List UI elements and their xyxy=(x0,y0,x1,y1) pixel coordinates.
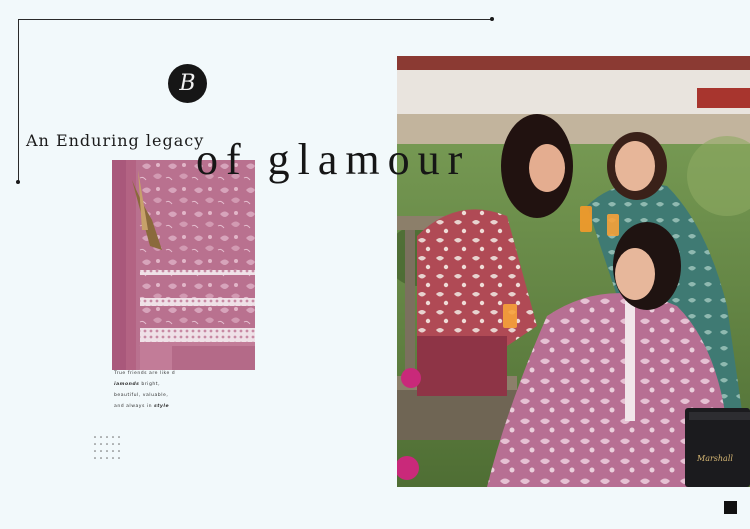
decorative-dot-grid xyxy=(94,436,124,460)
headline-line-2: of glamour xyxy=(196,135,471,184)
quote-line-1: True friends are like d xyxy=(114,371,176,376)
brand-logo: B xyxy=(168,64,207,103)
quote-line-2: bright, xyxy=(139,382,161,387)
frame-line-top xyxy=(18,19,492,20)
quote-line-4-italic: style xyxy=(154,404,170,409)
logo-letter: B xyxy=(179,70,196,96)
speaker-brand-label: Marshall xyxy=(697,454,733,463)
quote-line-2-italic: iamonds xyxy=(114,382,140,387)
fabric-closeup-photo xyxy=(112,160,255,370)
frame-line-left xyxy=(18,19,19,182)
headline-line-1: An Enduring legacy xyxy=(26,131,205,150)
corner-square-mark xyxy=(724,501,737,514)
frame-end-dot xyxy=(490,17,494,21)
quote-text: True friends are like d iamonds bright, … xyxy=(114,371,254,416)
frame-end-dot xyxy=(16,180,20,184)
main-lifestyle-photo: Marshall xyxy=(397,56,750,487)
quote-line-3: beautiful, valuable, xyxy=(114,393,169,398)
quote-line-4: and always in xyxy=(114,404,154,409)
